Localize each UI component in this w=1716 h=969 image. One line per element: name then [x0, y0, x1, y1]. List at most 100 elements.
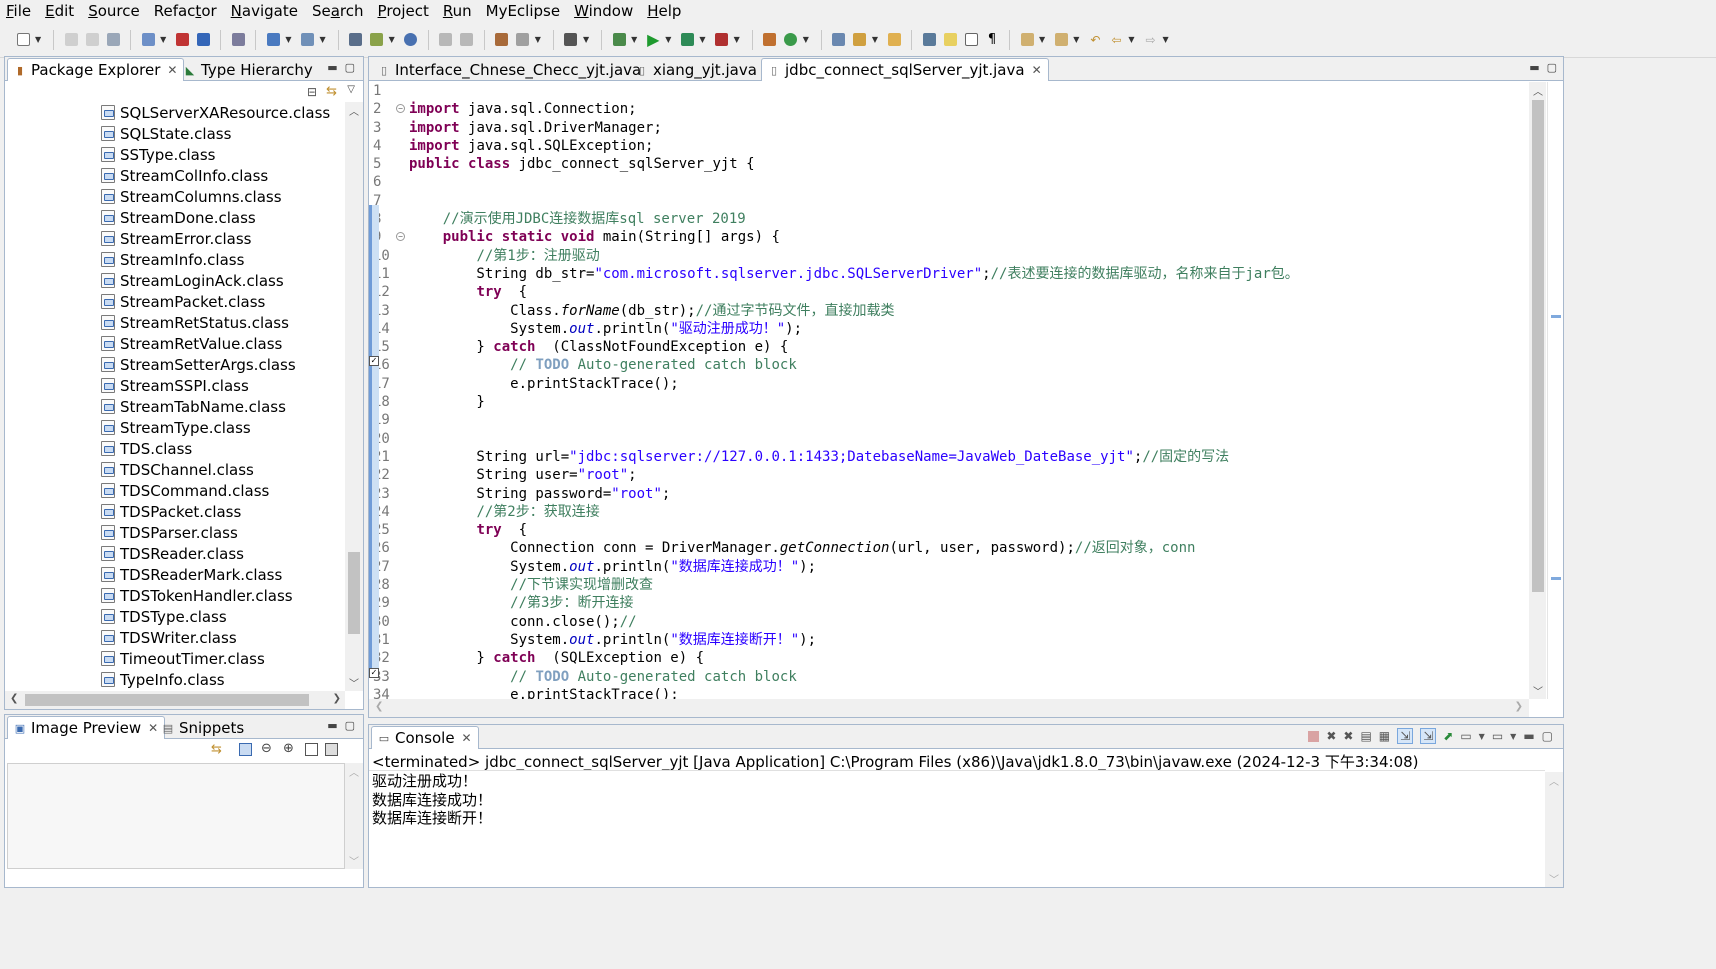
code-line[interactable]: 22 String user="root"; [369, 466, 1529, 484]
scroll-up-icon[interactable]: ︿ [1533, 83, 1543, 98]
tree-item[interactable]: StreamColInfo.class [5, 165, 345, 186]
code-line[interactable]: 19 [369, 411, 1529, 429]
chevron-down-icon[interactable]: ▼ [803, 35, 809, 44]
code-line[interactable]: 4 import java.sql.SQLException; [369, 137, 1529, 155]
tree-item[interactable]: TDSParser.class [5, 522, 345, 543]
tree-item[interactable]: TDSTokenHandler.class [5, 585, 345, 606]
scroll-down-icon[interactable]: ﹀ [1533, 683, 1543, 698]
chevron-down-icon[interactable]: ▼ [160, 35, 166, 44]
code-line[interactable]: 20 [369, 430, 1529, 448]
tab-editor-file-active[interactable]: ▯ jdbc_connect_sqlServer_yjt.java ✕ [761, 58, 1049, 81]
tree-item[interactable]: TDSReaderMark.class [5, 564, 345, 585]
scroll-right-icon[interactable]: ❯ [333, 693, 341, 704]
tree-item[interactable]: StreamRetStatus.class [5, 312, 345, 333]
chevron-down-icon[interactable]: ▼ [319, 35, 325, 44]
editor-vscrollbar[interactable]: ︿ ﹀ [1529, 82, 1546, 699]
last-edit-icon[interactable]: ↶ [1086, 31, 1104, 49]
code-line[interactable]: 34 e.printStackTrace(); [369, 686, 1529, 699]
database-icon[interactable] [229, 31, 247, 49]
remove-launch-icon[interactable]: ✖ [1326, 729, 1336, 743]
close-icon[interactable]: ✕ [167, 63, 177, 77]
image-preview-vscrollbar[interactable]: ︿ ﹀ [345, 763, 363, 869]
tree-item[interactable]: TDSCommand.class [5, 480, 345, 501]
remove-all-launches-icon[interactable]: ✖ [1343, 729, 1353, 743]
menu-item[interactable]: Window [574, 2, 633, 20]
show-whitespace-icon[interactable]: ¶ [983, 31, 1001, 49]
code-line[interactable]: 15 } catch (ClassNotFoundException e) { [369, 338, 1529, 356]
chevron-down-icon[interactable]: ▼ [1510, 732, 1516, 741]
view-menu-icon[interactable]: ▽ [347, 84, 355, 95]
wizard-icon[interactable] [264, 31, 282, 49]
globe-icon[interactable] [402, 31, 420, 49]
scroll-down-icon[interactable]: ﹀ [349, 675, 359, 690]
fold-toggle-icon[interactable]: − [396, 232, 405, 242]
code-line[interactable]: 21 String url="jdbc:sqlserver://127.0.0.… [369, 448, 1529, 466]
overview-marker[interactable] [1551, 577, 1561, 580]
tree-item[interactable]: StreamRetValue.class [5, 333, 345, 354]
scroll-thumb[interactable] [1532, 100, 1544, 592]
terminal-icon[interactable] [562, 31, 580, 49]
chevron-down-icon[interactable]: ▼ [1073, 35, 1079, 44]
tree-item[interactable]: TDSWriter.class [5, 627, 345, 648]
overview-ruler[interactable] [1547, 82, 1563, 699]
code-line[interactable]: 3 import java.sql.DriverManager; [369, 119, 1529, 137]
minimize-icon[interactable]: ▬ [327, 61, 337, 74]
close-icon[interactable]: ✕ [462, 731, 472, 745]
server-icon[interactable] [194, 31, 212, 49]
new-project-icon[interactable] [139, 31, 157, 49]
code-line[interactable]: 24 //第2步：获取连接 [369, 503, 1529, 521]
tab-snippets[interactable]: ▤ Snippets [155, 716, 251, 739]
package-tree-hscrollbar[interactable]: ❮ ❯ [5, 691, 345, 709]
tree-item[interactable]: StreamPacket.class [5, 291, 345, 312]
code-line[interactable]: 8 //演示使用JDBC连接数据库sql server 2019 [369, 210, 1529, 228]
menu-item[interactable]: Navigate [231, 2, 298, 20]
maximize-icon[interactable]: ▢ [1547, 61, 1557, 74]
code-line[interactable]: 23 String password="root"; [369, 485, 1529, 503]
tab-package-explorer[interactable]: ▮ Package Explorer ✕ [7, 58, 185, 81]
editor-hscrollbar[interactable]: ❮ ❯ [369, 699, 1529, 717]
undo-icon[interactable] [437, 31, 455, 49]
code-line[interactable]: 25 try { [369, 521, 1529, 539]
code-line[interactable]: 31 System.out.println("数据库连接断开！"); [369, 631, 1529, 649]
new-java-project-icon[interactable] [761, 31, 779, 49]
tree-item[interactable]: TDSType.class [5, 606, 345, 627]
tab-editor-file[interactable]: ▯ xiang_yjt.java [629, 58, 764, 81]
code-line[interactable]: 27 System.out.println("数据库连接成功！"); [369, 558, 1529, 576]
code-line[interactable]: 6 [369, 173, 1529, 191]
previous-annotation-icon[interactable] [1052, 31, 1070, 49]
toggle-highlight-icon[interactable] [941, 31, 959, 49]
chevron-down-icon[interactable]: ▼ [1128, 35, 1134, 44]
tab-editor-file[interactable]: ▯ Interface_Chnese_Checc_yjt.java [371, 58, 648, 81]
save-icon[interactable] [62, 31, 80, 49]
chevron-down-icon[interactable]: ▼ [699, 35, 705, 44]
tab-console[interactable]: ▭ Console ✕ [371, 726, 479, 749]
scroll-up-icon[interactable]: ︿ [349, 103, 359, 118]
code-editor[interactable]: 1 2 import java.sql.Connection; −3 import ja… [369, 82, 1529, 699]
close-icon[interactable]: ✕ [1032, 63, 1042, 77]
maximize-icon[interactable]: ▢ [345, 719, 355, 732]
debug-icon[interactable] [610, 31, 628, 49]
maximize-icon[interactable]: ▢ [1542, 729, 1553, 743]
console-output[interactable]: 驱动注册成功！ 数据库连接成功！ 数据库连接断开！ [372, 772, 492, 828]
external-tools-icon[interactable] [713, 31, 731, 49]
tree-item[interactable]: StreamTabName.class [5, 396, 345, 417]
link-icon[interactable]: ⇆ [211, 742, 222, 757]
tree-item[interactable]: TDSChannel.class [5, 459, 345, 480]
tree-item[interactable]: TimeoutTimer.class [5, 648, 345, 669]
code-line[interactable]: 30 conn.close();// [369, 613, 1529, 631]
fit-image-icon[interactable] [239, 743, 252, 756]
new-class-icon[interactable] [782, 31, 800, 49]
web-icon[interactable] [514, 31, 532, 49]
minimize-icon[interactable]: ▬ [1529, 61, 1539, 74]
tree-item[interactable]: StreamColumns.class [5, 186, 345, 207]
menu-item[interactable]: Project [378, 2, 429, 20]
code-line[interactable]: 26 Connection conn = DriverManager.getCo… [369, 539, 1529, 557]
open-task-icon[interactable] [830, 31, 848, 49]
menu-item[interactable]: Search [312, 2, 364, 20]
tree-item[interactable]: StreamInfo.class [5, 249, 345, 270]
tree-item[interactable]: StreamType.class [5, 417, 345, 438]
chevron-down-icon[interactable]: ▼ [1163, 35, 1169, 44]
console-vscrollbar[interactable]: ︿ ﹀ [1545, 772, 1563, 887]
scroll-thumb[interactable] [348, 552, 360, 634]
link-with-editor-icon[interactable]: ⇆ [326, 84, 337, 99]
